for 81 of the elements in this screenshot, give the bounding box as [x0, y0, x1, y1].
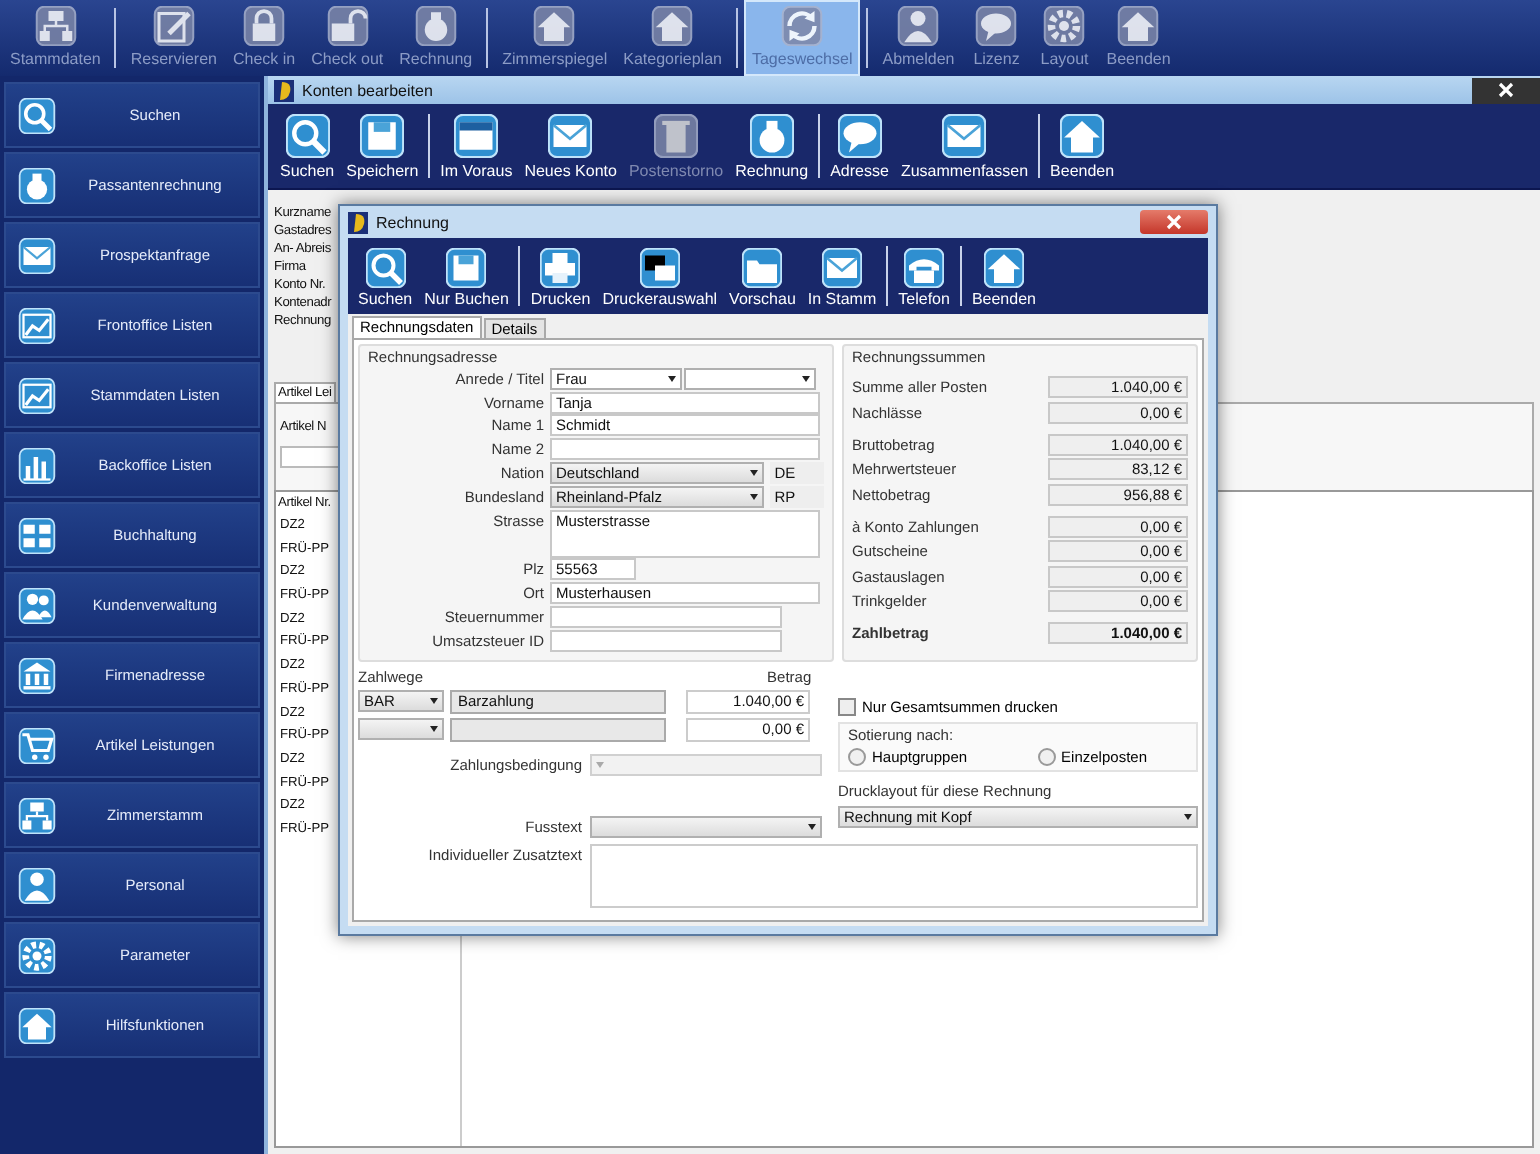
building-icon [14, 657, 60, 693]
envelope-icon [14, 237, 60, 273]
monitors-icon [639, 248, 680, 288]
toolbar-button[interactable]: Speichern [340, 108, 425, 184]
envelope-icon [942, 114, 987, 158]
caret-icon [802, 375, 810, 382]
app-logo-icon [348, 211, 368, 233]
toolbar-button[interactable]: Nur Buchen [418, 240, 515, 312]
printer-icon [540, 248, 581, 288]
house-icon [14, 1007, 60, 1043]
input-field[interactable] [280, 446, 344, 468]
toolbar-button[interactable]: Telefon [892, 240, 956, 312]
search-icon [365, 248, 406, 288]
people-icon [14, 587, 60, 623]
caret-icon [750, 469, 759, 476]
person-icon [14, 867, 60, 903]
toolbar-button[interactable]: Suchen [352, 240, 419, 312]
trash-can-icon [654, 114, 699, 158]
toolbar-button[interactable]: Rechnung [391, 0, 481, 76]
money-bag-icon [749, 114, 794, 158]
input-field[interactable] [550, 605, 782, 628]
toolbar-button[interactable]: Beenden [1098, 0, 1179, 76]
toolbar-button[interactable]: Abmelden [874, 0, 963, 76]
line-chart-icon [14, 377, 60, 413]
input-field[interactable] [550, 629, 782, 652]
toolbar-button[interactable]: Kategorieplan [615, 0, 730, 76]
close-button[interactable] [1140, 210, 1208, 234]
toolbar-button[interactable]: Druckerauswahl [596, 240, 724, 312]
calendar-icon [454, 114, 499, 158]
toolbar-button[interactable]: In Stamm [801, 240, 883, 312]
caret-icon [596, 761, 604, 768]
toolbar-button[interactable]: Reservieren [122, 0, 225, 76]
dropdown[interactable] [358, 718, 444, 741]
grid-icon [14, 517, 60, 553]
caret-icon [430, 698, 438, 705]
telephone-icon [904, 248, 945, 288]
caret-icon [750, 493, 759, 500]
window-title: Konten bearbeiten [302, 81, 435, 99]
dropdown[interactable] [590, 815, 822, 838]
toolbar-button[interactable]: Check out [303, 0, 392, 76]
app-logo-icon [274, 79, 294, 101]
dropdown[interactable] [684, 367, 816, 390]
line-chart-icon [14, 307, 60, 343]
toolbar-button[interactable]: Vorschau [723, 240, 802, 312]
toolbar-button[interactable]: Stammdaten [2, 0, 109, 76]
toolbar-button[interactable]: Beenden [1044, 108, 1121, 184]
caret-icon [1184, 813, 1192, 820]
gear-icon [14, 937, 60, 973]
envelope-icon [822, 248, 863, 288]
input-field[interactable] [590, 843, 1198, 908]
toolbar-button[interactable]: Check in [225, 0, 304, 76]
search-icon [14, 97, 60, 133]
dialog-title: Rechnung [376, 213, 451, 231]
caret-icon [430, 726, 438, 733]
close-button[interactable] [1472, 77, 1540, 103]
caret-icon [668, 375, 676, 382]
bar-chart-icon [14, 447, 60, 483]
toolbar-button[interactable]: Rechnung [729, 108, 815, 184]
folder-icon [742, 248, 783, 288]
toolbar-button[interactable]: Suchen [274, 108, 341, 184]
search-icon [285, 114, 330, 158]
toolbar-button[interactable]: Drucken [524, 240, 597, 312]
shopping-cart-icon [14, 727, 60, 763]
toolbar-button[interactable]: Neues Konto [518, 108, 623, 184]
caret-icon [808, 823, 816, 830]
close-icon [1166, 214, 1182, 230]
speech-bubble-icon [837, 114, 882, 158]
network-icon [14, 797, 60, 833]
close-icon [1498, 82, 1514, 98]
toolbar-button[interactable]: Im Voraus [434, 108, 519, 184]
house-icon [983, 248, 1024, 288]
house-icon [1060, 114, 1105, 158]
envelope-icon [548, 114, 593, 158]
toolbar-button[interactable]: Layout [1030, 0, 1099, 76]
toolbar-button[interactable]: Zusammenfassen [894, 108, 1035, 184]
toolbar-button[interactable]: Zimmerspiegel [494, 0, 616, 76]
toolbar-button[interactable]: Lizenz [962, 0, 1031, 76]
input-field[interactable] [550, 438, 820, 461]
money-bag-icon [14, 167, 60, 203]
toolbar-button[interactable]: Adresse [824, 108, 895, 184]
toolbar-button[interactable]: Beenden [965, 240, 1042, 312]
